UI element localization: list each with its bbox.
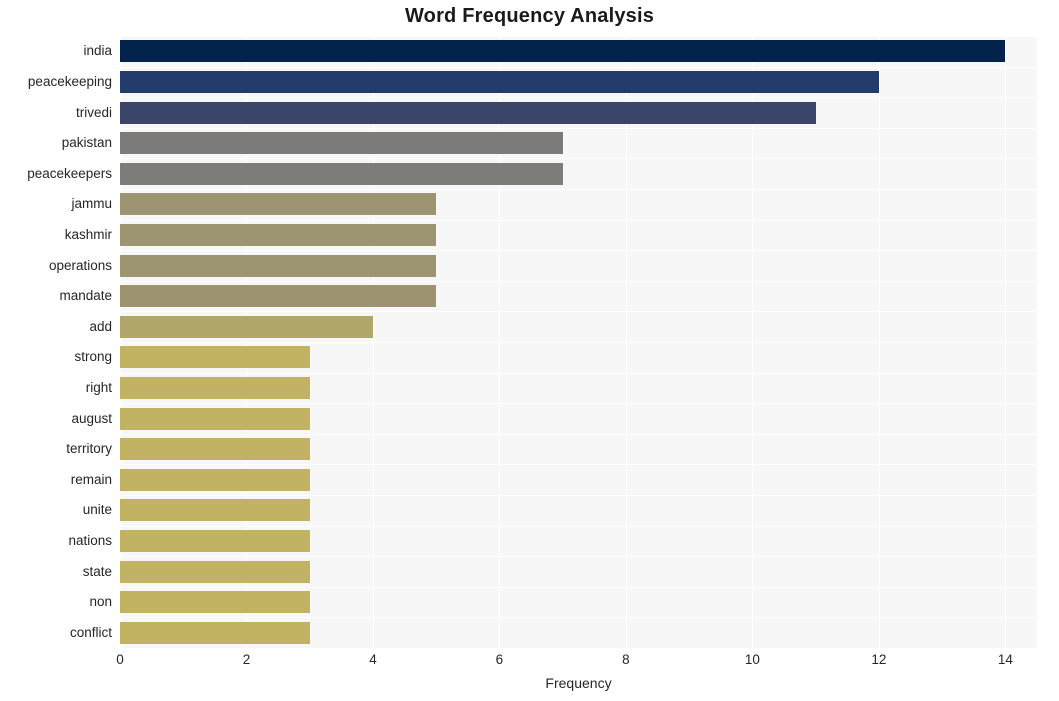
- y-axis-tick-label: august: [71, 410, 112, 426]
- y-axis-tick-labels: india peacekeeping trivedi pakistan peacekee…: [0, 36, 112, 648]
- y-gridline: [120, 342, 1037, 343]
- x-axis-title: Frequency: [545, 675, 612, 691]
- y-axis-tick-label: kashmir: [64, 226, 112, 242]
- y-gridline: [120, 526, 1037, 527]
- y-gridline: [120, 434, 1037, 435]
- bar: [120, 223, 437, 246]
- chart-title: Word Frequency Analysis: [404, 5, 655, 27]
- y-axis-tick-label: peacekeeping: [27, 73, 112, 89]
- y-axis-tick-label: peacekeepers: [27, 165, 112, 181]
- y-gridline: [120, 556, 1037, 557]
- y-axis-tick-label: non: [89, 594, 112, 610]
- bar: [120, 132, 563, 155]
- y-axis-tick-label: trivedi: [75, 104, 112, 120]
- y-axis-tick-label: jammu: [71, 196, 112, 212]
- y-axis-tick-label: india: [83, 43, 112, 59]
- y-axis-tick-label: territory: [66, 441, 112, 457]
- y-axis-tick-label: state: [82, 563, 112, 579]
- bar: [120, 162, 563, 185]
- y-gridline: [120, 158, 1037, 159]
- y-gridline: [120, 36, 1037, 37]
- y-axis-tick-label: mandate: [59, 288, 112, 304]
- bar: [120, 346, 310, 369]
- plot-area: [120, 36, 1037, 649]
- bar: [120, 468, 310, 491]
- bar: [120, 438, 310, 461]
- y-gridline: [120, 189, 1037, 190]
- y-gridline: [120, 97, 1037, 98]
- x-axis-tick-label: 10: [744, 652, 760, 667]
- y-axis-tick-label: add: [89, 318, 112, 334]
- y-gridline: [120, 617, 1037, 618]
- y-gridline: [120, 403, 1037, 404]
- bar: [120, 101, 816, 124]
- bar: [120, 499, 310, 522]
- y-gridline: [120, 311, 1037, 312]
- y-axis-tick-label: conflict: [69, 624, 112, 640]
- y-gridline: [120, 220, 1037, 221]
- bar: [120, 376, 310, 399]
- bar: [120, 621, 310, 644]
- y-axis-tick-label: operations: [48, 257, 112, 273]
- y-axis-tick-label: right: [85, 379, 112, 395]
- y-gridline: [120, 67, 1037, 68]
- bar: [120, 40, 1006, 63]
- x-axis-tick-label: 8: [622, 652, 630, 667]
- y-gridline: [120, 495, 1037, 496]
- bar: [120, 193, 437, 216]
- x-axis-tick-label: 14: [997, 652, 1013, 667]
- bar: [120, 529, 310, 552]
- bar: [120, 70, 879, 93]
- x-axis-tick-labels: 0 2 4 6 8 10 12 14: [0, 652, 1059, 674]
- y-gridline: [120, 128, 1037, 129]
- y-gridline: [120, 373, 1037, 374]
- bar: [120, 254, 437, 277]
- y-gridline: [120, 464, 1037, 465]
- y-axis-tick-label: pakistan: [61, 135, 112, 151]
- y-axis-tick-label: remain: [70, 471, 112, 487]
- y-axis-tick-label: nations: [68, 532, 112, 548]
- y-gridline: [120, 281, 1037, 282]
- bar: [120, 560, 310, 583]
- y-gridline: [120, 648, 1037, 649]
- y-axis-tick-label: strong: [74, 349, 112, 365]
- x-axis-tick-label: 12: [871, 652, 887, 667]
- bar: [120, 285, 437, 308]
- y-gridline: [120, 250, 1037, 251]
- y-gridline: [120, 587, 1037, 588]
- chart-figure: Word Frequency Analysis india peacekeepin…: [0, 0, 1059, 701]
- bar: [120, 407, 310, 430]
- bar: [120, 315, 373, 338]
- x-axis-tick-label: 4: [369, 652, 377, 667]
- x-axis-tick-label: 6: [495, 652, 504, 667]
- bar: [120, 591, 310, 614]
- y-axis-tick-label: unite: [82, 502, 112, 518]
- x-axis-tick-label: 0: [116, 652, 124, 667]
- x-axis-tick-label: 2: [242, 652, 251, 667]
